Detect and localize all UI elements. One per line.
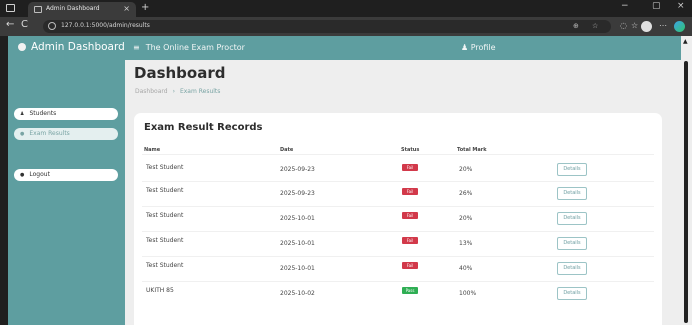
cell-name: Test Student <box>146 187 184 194</box>
back-icon[interactable]: ← <box>6 19 14 30</box>
cell-date: 2025-10-01 <box>280 265 315 272</box>
status-badge: Pass <box>402 287 418 294</box>
details-button[interactable]: Details <box>557 262 587 275</box>
scroll-up-icon[interactable]: ▲ <box>683 38 688 45</box>
user-icon: ♟ <box>20 111 25 117</box>
sidebar-item-label: Students <box>29 110 57 117</box>
top-navbar: Admin Dashboard ≡ The Online Exam Proctor… <box>8 36 681 60</box>
column-header-date: Date <box>280 147 294 153</box>
cell-mark: 40% <box>459 265 473 272</box>
cell-date: 2025-09-23 <box>280 190 315 197</box>
logout-icon: ● <box>20 172 25 178</box>
row-divider <box>142 206 654 207</box>
reload-icon[interactable]: C <box>21 19 28 30</box>
cell-name: Test Student <box>146 262 184 269</box>
web-page: Admin Dashboard ≡ The Online Exam Proctor… <box>8 36 681 325</box>
extensions-icon[interactable]: ◌ <box>620 21 627 30</box>
status-badge: Fail <box>402 164 418 171</box>
column-header-total-mark: Total Mark <box>457 147 487 153</box>
breadcrumb-current: Exam Results <box>179 88 221 95</box>
brand-text: Admin Dashboard <box>31 41 125 53</box>
browser-tab[interactable]: Admin Dashboard × <box>28 2 136 17</box>
scrollbar-thumb[interactable] <box>684 61 688 323</box>
profile-label: Profile <box>470 43 496 52</box>
site-title-text: The Online Exam Proctor <box>145 43 245 52</box>
more-icon[interactable]: ⋯ <box>659 21 667 30</box>
url-text: 127.0.0.1:5000/admin/results <box>61 22 150 29</box>
details-button[interactable]: Details <box>557 237 587 250</box>
brand-logo-icon <box>18 43 26 51</box>
cell-name: Test Student <box>146 212 184 219</box>
person-icon: ♟ <box>461 43 471 52</box>
row-divider <box>142 256 654 257</box>
cell-mark: 100% <box>459 290 477 297</box>
new-tab-icon[interactable]: + <box>141 2 149 13</box>
chart-icon: ● <box>20 131 25 137</box>
sidebar-item-label: Exam Results <box>29 130 70 137</box>
status-badge: Fail <box>402 262 418 269</box>
status-badge: Fail <box>402 212 418 219</box>
row-divider <box>142 281 654 282</box>
results-card: Exam Result Records Name Date Status Tot… <box>134 113 662 325</box>
breadcrumb-home[interactable]: Dashboard <box>135 88 168 95</box>
sidebar-item-logout[interactable]: ● Logout <box>14 169 118 181</box>
breadcrumb-separator: › <box>172 88 175 95</box>
copilot-icon[interactable] <box>674 21 685 32</box>
tab-title: Admin Dashboard <box>46 5 100 12</box>
row-divider <box>142 154 654 155</box>
favorites-icon[interactable]: ☆ <box>631 21 638 30</box>
window-menu-icon[interactable] <box>6 4 15 12</box>
cell-date: 2025-10-02 <box>280 290 315 297</box>
column-header-name: Name <box>144 147 161 153</box>
sidebar: ♟ Students ● Exam Results ● Logout <box>8 60 125 325</box>
brand[interactable]: Admin Dashboard <box>18 41 125 53</box>
column-header-status: Status <box>401 147 420 153</box>
address-bar-row: ← C 127.0.0.1:5000/admin/results ⊕ ☆ ◌ ☆… <box>0 17 692 36</box>
sidebar-item-label: Logout <box>29 171 50 178</box>
cell-name: Test Student <box>146 237 184 244</box>
profile-link[interactable]: ♟ Profile <box>461 43 496 52</box>
tab-favicon-icon <box>34 6 42 13</box>
cell-mark: 20% <box>459 166 473 173</box>
details-button[interactable]: Details <box>557 163 587 176</box>
minimize-icon[interactable]: − <box>621 1 629 11</box>
breadcrumb: Dashboard › Exam Results <box>135 88 220 95</box>
cell-mark: 20% <box>459 215 473 222</box>
site-info-icon[interactable] <box>48 22 56 30</box>
profile-avatar-icon[interactable] <box>641 21 652 32</box>
details-button[interactable]: Details <box>557 187 587 200</box>
card-title: Exam Result Records <box>144 122 263 133</box>
cell-date: 2025-10-01 <box>280 240 315 247</box>
url-field[interactable]: 127.0.0.1:5000/admin/results ⊕ ☆ <box>43 20 611 33</box>
page-title: Dashboard <box>134 64 226 82</box>
sidebar-item-students[interactable]: ♟ Students <box>14 108 118 120</box>
sidebar-item-exam-results[interactable]: ● Exam Results <box>14 128 118 140</box>
zoom-icon[interactable]: ⊕ <box>573 22 579 30</box>
status-badge: Fail <box>402 188 418 195</box>
favorite-star-icon[interactable]: ☆ <box>592 22 598 30</box>
status-badge: Fail <box>402 237 418 244</box>
maximize-icon[interactable]: ▢ <box>652 1 661 11</box>
close-window-icon[interactable]: × <box>677 1 685 11</box>
menu-icon[interactable]: ≡ <box>133 43 140 52</box>
tab-close-icon[interactable]: × <box>123 4 130 13</box>
row-divider <box>142 231 654 232</box>
row-divider <box>142 181 654 182</box>
cell-date: 2025-10-01 <box>280 215 315 222</box>
cell-name: Test Student <box>146 164 184 171</box>
browser-tab-bar: Admin Dashboard × + − ▢ × <box>0 0 692 17</box>
cell-date: 2025-09-23 <box>280 166 315 173</box>
site-title: ≡ The Online Exam Proctor <box>133 43 245 52</box>
cell-mark: 26% <box>459 190 473 197</box>
details-button[interactable]: Details <box>557 287 587 300</box>
cell-name: UKITH 85 <box>146 287 174 294</box>
cell-mark: 13% <box>459 240 473 247</box>
details-button[interactable]: Details <box>557 212 587 225</box>
